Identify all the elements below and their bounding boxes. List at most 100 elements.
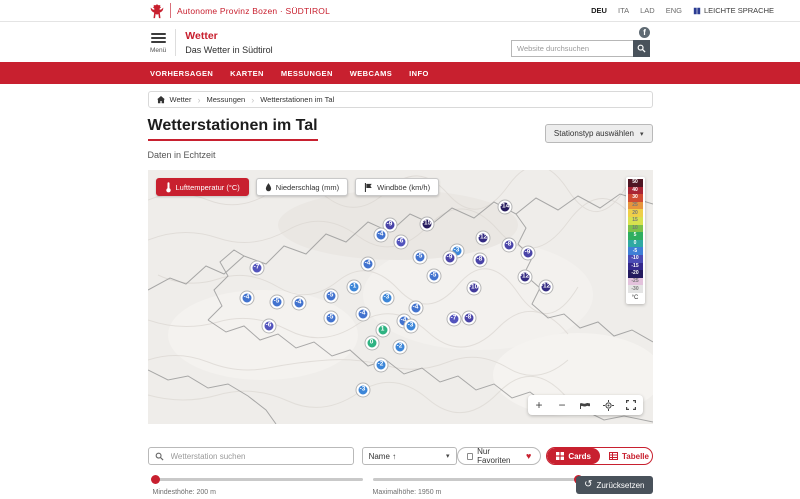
favorites-filter[interactable]: Nur Favoriten ♥ <box>457 447 542 465</box>
breadcrumb-item[interactable]: Wetterstationen im Tal <box>260 95 334 104</box>
cards-icon <box>556 452 564 460</box>
min-height-slider[interactable] <box>153 478 363 481</box>
station-marker[interactable]: -8 <box>502 239 515 252</box>
legend-stop: 40 <box>628 187 643 195</box>
locate-control[interactable] <box>597 395 620 415</box>
station-marker[interactable]: -5 <box>270 296 283 309</box>
station-marker[interactable]: -5 <box>413 251 426 264</box>
station-marker[interactable]: -12 <box>539 281 552 294</box>
legend-stop: 15 <box>628 217 643 225</box>
min-height-slider-handle[interactable] <box>151 475 160 484</box>
language-lad[interactable]: LAD <box>640 6 655 15</box>
map-controls: +− <box>528 395 643 415</box>
legend-stop: -15 <box>628 263 643 271</box>
station-marker[interactable]: -8 <box>462 312 475 325</box>
station-marker[interactable]: -3 <box>404 320 417 333</box>
chevron-down-icon: ▾ <box>446 452 450 460</box>
breadcrumb: Wetter › Messungen › Wetterstationen im Tal <box>148 91 653 108</box>
reset-label: Zurücksetzen <box>596 481 644 490</box>
site-subtitle: Das Wetter in Südtirol <box>185 45 272 55</box>
menu-button[interactable]: Menü <box>150 31 166 54</box>
breadcrumb-separator: › <box>251 95 254 105</box>
legend-stop: 25 <box>628 202 643 210</box>
station-marker[interactable]: -3 <box>380 292 393 305</box>
nav-item-vorhersagen[interactable]: VORHERSAGEN <box>150 69 213 78</box>
fullscreen-control[interactable] <box>620 395 643 415</box>
station-marker[interactable]: -15 <box>420 218 433 231</box>
zoom-out-control[interactable]: − <box>551 395 574 415</box>
easy-language-link[interactable]: LEICHTE SPRACHE <box>693 6 774 15</box>
station-marker[interactable]: 1 <box>376 324 389 337</box>
flag-control-control[interactable] <box>574 395 597 415</box>
easy-language-label: LEICHTE SPRACHE <box>704 6 774 15</box>
station-marker[interactable]: -4 <box>292 297 305 310</box>
layer-button-droplet[interactable]: Niederschlag (mm) <box>256 178 348 196</box>
breadcrumb-items: Wetter › Messungen › Wetterstationen im Tal <box>170 95 335 105</box>
station-marker[interactable]: -5 <box>427 270 440 283</box>
site-title[interactable]: Wetter <box>185 30 272 42</box>
breadcrumb-item[interactable]: Messungen <box>206 95 245 104</box>
menu-label: Menü <box>150 47 166 54</box>
station-marker[interactable]: -2 <box>374 359 387 372</box>
station-search-input[interactable] <box>169 451 347 462</box>
station-marker[interactable]: -7 <box>447 313 460 326</box>
logo-text: Autonome Provinz Bozen · SÜDTIROL <box>177 6 330 16</box>
layer-label: Niederschlag (mm) <box>276 183 339 192</box>
station-marker[interactable]: -3 <box>356 384 369 397</box>
station-marker[interactable]: -4 <box>409 302 422 315</box>
site-search-input[interactable] <box>511 40 633 57</box>
station-marker[interactable]: -5 <box>324 312 337 325</box>
zoom-in-control[interactable]: + <box>528 395 551 415</box>
language-deu[interactable]: DEU <box>591 6 607 15</box>
legend-stops: 5040302520151050-5-10-15-20-25-30 <box>628 179 643 293</box>
station-marker[interactable]: -8 <box>473 254 486 267</box>
station-type-label: Stationstyp auswählen <box>554 129 634 138</box>
station-marker[interactable]: 0 <box>365 337 378 350</box>
station-marker[interactable]: -1 <box>347 281 360 294</box>
legend-stop: -25 <box>628 278 643 286</box>
station-marker[interactable]: -5 <box>324 290 337 303</box>
site-header: Menü Wetter Das Wetter in Südtirol f <box>0 22 800 62</box>
layer-button-thermometer[interactable]: Lufttemperatur (°C) <box>156 178 249 196</box>
station-marker[interactable]: -14 <box>498 201 511 214</box>
facebook-icon[interactable]: f <box>639 27 650 38</box>
language-ita[interactable]: ITA <box>618 6 629 15</box>
nav-item-karten[interactable]: KARTEN <box>230 69 264 78</box>
station-marker[interactable]: -4 <box>374 229 387 242</box>
station-marker[interactable]: -2 <box>393 341 406 354</box>
view-cards-button[interactable]: Cards <box>547 448 600 464</box>
breadcrumb-item[interactable]: Wetter <box>170 95 192 104</box>
nav-item-webcams[interactable]: WEBCAMS <box>350 69 392 78</box>
station-marker[interactable]: -9 <box>521 247 534 260</box>
reset-button[interactable]: ↺ Zurücksetzen <box>576 476 652 494</box>
station-marker[interactable]: -12 <box>518 271 531 284</box>
favorites-checkbox[interactable] <box>467 453 474 460</box>
nav-item-messungen[interactable]: MESSUNGEN <box>281 69 333 78</box>
station-marker[interactable]: -12 <box>476 232 489 245</box>
max-height-slider[interactable] <box>373 478 581 481</box>
site-search-button[interactable] <box>633 40 650 57</box>
page-title: Wetterstationen im Tal <box>148 117 318 141</box>
layer-button-flag[interactable]: Windböe (km/h) <box>355 178 439 196</box>
eagle-logo-icon <box>150 3 164 19</box>
view-table-button[interactable]: Tabelle <box>600 448 653 464</box>
language-eng[interactable]: ENG <box>666 6 682 15</box>
station-marker[interactable]: -9 <box>443 252 456 265</box>
station-marker[interactable]: -4 <box>356 308 369 321</box>
station-marker[interactable]: -6 <box>394 236 407 249</box>
sort-select[interactable]: Name ↑ ▾ <box>362 447 457 465</box>
weather-map[interactable]: Lufttemperatur (°C) Niederschlag (mm) Wind… <box>148 170 653 424</box>
breadcrumb-separator: › <box>197 95 200 105</box>
station-marker[interactable]: -6 <box>262 320 275 333</box>
provincia-logo[interactable]: Autonome Provinz Bozen · SÜDTIROL <box>150 3 330 19</box>
station-marker[interactable]: -7 <box>250 262 263 275</box>
nav-item-info[interactable]: INFO <box>409 69 429 78</box>
legend-stop: 5 <box>628 232 643 240</box>
layer-label: Lufttemperatur (°C) <box>176 183 240 192</box>
main-nav: VORHERSAGEN KARTEN MESSUNGEN WEBCAMS INFO <box>0 62 800 84</box>
page-subtitle: Daten in Echtzeit <box>148 150 653 160</box>
station-marker[interactable]: -4 <box>240 292 253 305</box>
station-marker[interactable]: -10 <box>467 282 480 295</box>
station-type-dropdown[interactable]: Stationstyp auswählen ▾ <box>545 124 653 143</box>
station-marker[interactable]: -4 <box>361 258 374 271</box>
